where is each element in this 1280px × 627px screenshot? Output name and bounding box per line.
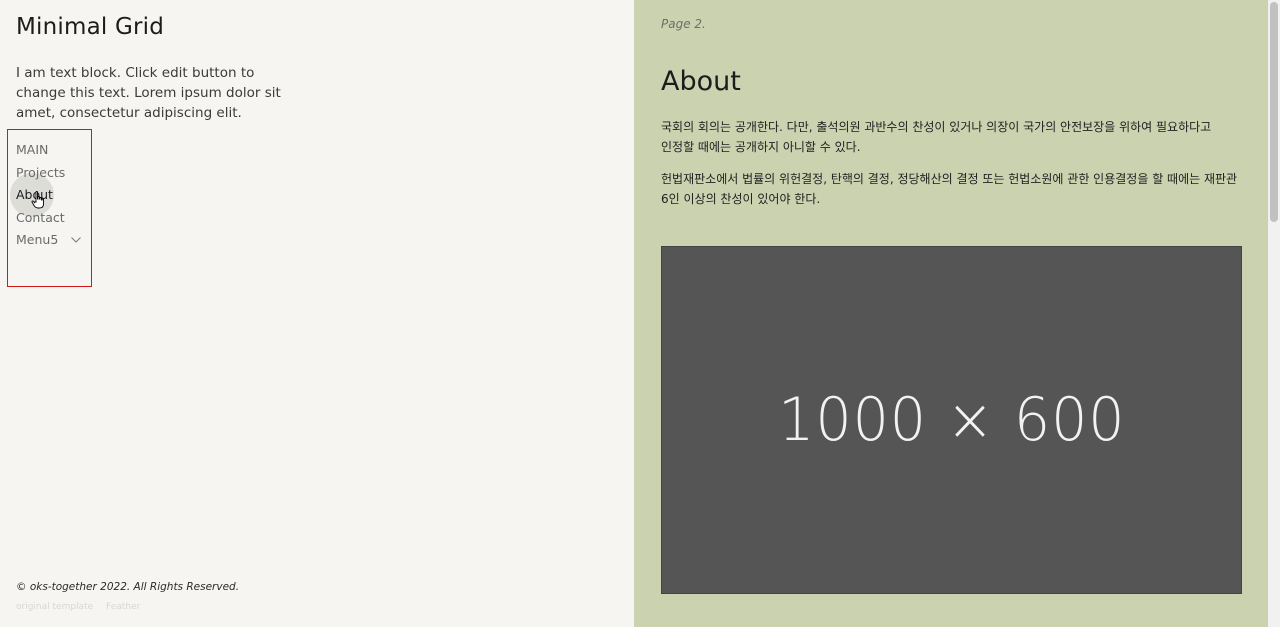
copyright-text: © oks-together 2022. All Rights Reserved… (16, 581, 240, 593)
content-paragraph: 국회의 회의는 공개한다. 다만, 출석의원 과반수의 찬성이 있거나 의장이 … (661, 120, 1212, 154)
chevron-down-icon[interactable] (71, 231, 82, 251)
nav-item-main[interactable]: MAIN (16, 140, 81, 163)
intro-text: I am text block. Click edit button to ch… (16, 65, 281, 121)
page-label: Page 2. (661, 17, 706, 31)
credit-original-link[interactable]: original template (16, 602, 93, 612)
sidebar: Minimal Grid I am text block. Click edit… (0, 0, 634, 627)
credit-feather-link[interactable]: Feather (106, 602, 140, 612)
image-placeholder: 1000 × 600 (661, 246, 1242, 594)
content-paragraph: 헌법재판소에서 법률의 위헌결정, 탄핵의 결정, 정당해산의 결정 또는 헌법… (661, 172, 1238, 206)
nav-item-menu5[interactable]: Menu5 (16, 230, 82, 253)
hand-pointer-icon (31, 191, 44, 209)
site-title[interactable]: Minimal Grid (16, 14, 164, 40)
page: Minimal Grid I am text block. Click edit… (0, 0, 1280, 627)
image-placeholder-label: 1000 × 600 (777, 385, 1126, 455)
template-credit: original template Feather (16, 602, 150, 612)
nav-item-about[interactable]: About (16, 185, 81, 208)
nav-item-label: Menu5 (16, 232, 59, 248)
nav-item-label: MAIN (16, 142, 49, 157)
nav-item-projects[interactable]: Projects (16, 163, 81, 186)
nav-item-label: Projects (16, 164, 66, 180)
scrollbar-thumb[interactable] (1270, 2, 1278, 222)
main-nav: MAIN Projects About Contact Menu5 (16, 140, 82, 253)
vertical-scrollbar[interactable] (1268, 0, 1280, 627)
content-panel: Page 2. About 국회의 회의는 공개한다. 다만, 출석의원 과반수… (634, 0, 1268, 627)
nav-item-contact[interactable]: Contact (16, 208, 81, 231)
nav-item-label: Contact (16, 209, 65, 225)
section-title: About (661, 66, 741, 97)
